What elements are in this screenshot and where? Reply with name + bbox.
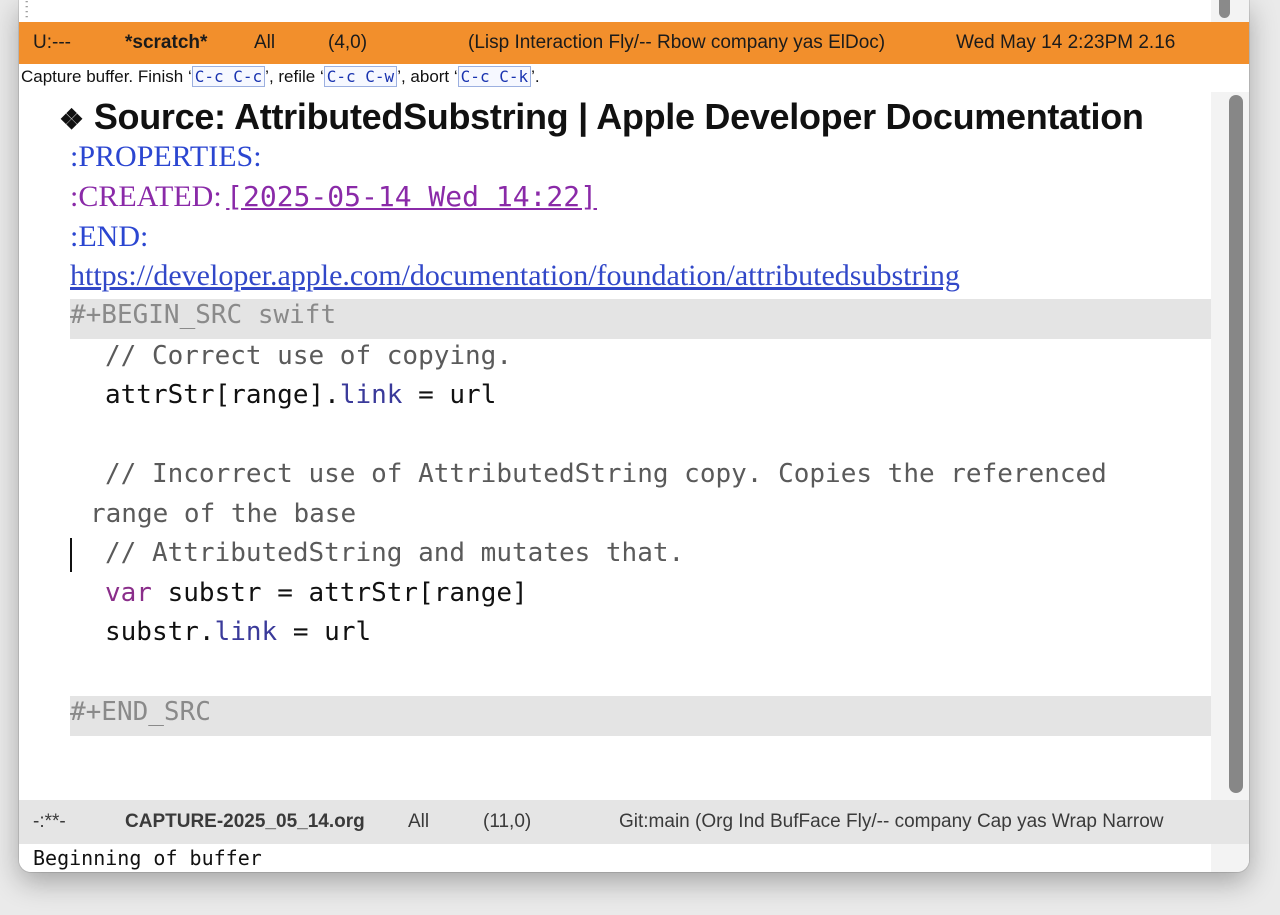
key-abort: C-c C-k	[457, 66, 532, 87]
scratch-mode-line[interactable]: U:--- *scratch* All (4,0) (Lisp Interact…	[19, 22, 1249, 64]
end-src-marker: #+END_SRC	[70, 697, 211, 727]
editor-buffer[interactable]: ❖ Source: AttributedSubstring | Apple Dev…	[33, 92, 1211, 800]
code-text: = url	[277, 617, 372, 647]
code-comment-incorrect-wrap: range of the base	[90, 499, 357, 529]
capture-text-4: ’.	[531, 67, 540, 86]
code-text: substr = attrStr[range]	[151, 578, 528, 608]
properties-drawer-start: :PROPERTIES:	[70, 140, 262, 173]
created-property: :CREATED: [2025-05-14 Wed 14:22]	[70, 180, 597, 214]
key-refile: C-c C-w	[323, 66, 398, 87]
code-property-link: link	[339, 380, 403, 410]
code-comment-incorrect-1: // Incorrect use of AttributedString cop…	[105, 459, 1107, 489]
code-line-link-assign: attrStr[range].link = url	[105, 380, 496, 410]
code-comment-correct: // Correct use of copying.	[105, 341, 512, 371]
modeline-modes[interactable]: (Lisp Interaction Fly/-- Rbow company ya…	[468, 22, 885, 64]
begin-src-marker: #+BEGIN_SRC swift	[70, 300, 337, 330]
text-cursor	[70, 538, 72, 572]
modeline-cursor-pos: (4,0)	[328, 32, 368, 53]
capture-text-3: ’, abort ‘	[397, 67, 458, 86]
minibuffer-gutter	[1211, 844, 1249, 872]
modeline-modes[interactable]: Git:main (Org Ind BufFace Fly/-- company…	[619, 800, 1163, 844]
top-scrollbar-track	[1211, 0, 1249, 22]
code-line-var-substr: var substr = attrStr[range]	[105, 578, 528, 608]
properties-drawer-end: :END:	[70, 220, 149, 253]
created-key: :CREATED:	[70, 180, 222, 213]
modeline-datetime: Wed May 14 2:23PM 2.16	[956, 32, 1176, 53]
modeline-position: All	[254, 32, 276, 53]
top-scrollbar-thumb[interactable]	[1219, 0, 1230, 18]
code-text: attrStr[range].	[105, 380, 340, 410]
modeline-status: U:---	[33, 32, 71, 53]
source-url-link[interactable]: https://developer.apple.com/documentatio…	[70, 259, 960, 293]
key-finish: C-c C-c	[191, 66, 266, 87]
capture-text-2: ’, refile ‘	[265, 67, 324, 86]
code-comment-incorrect-2: // AttributedString and mutates that.	[105, 538, 685, 568]
code-text: substr.	[105, 617, 215, 647]
modeline-filename[interactable]: CAPTURE-2025_05_14.org	[125, 800, 365, 844]
editor-scrollbar-thumb[interactable]	[1229, 95, 1243, 793]
capture-mode-line[interactable]: -:**- CAPTURE-2025_05_14.org All (11,0) …	[19, 800, 1249, 844]
org-heading[interactable]: ❖ Source: AttributedSubstring | Apple Dev…	[59, 96, 1144, 138]
fringe-continuation-marks: ----	[24, 0, 30, 22]
code-keyword-var: var	[105, 578, 152, 608]
modeline-buffer-name[interactable]: *scratch*	[125, 22, 207, 64]
minibuffer[interactable]: Beginning of buffer	[19, 844, 1225, 872]
previous-window-area: ----	[19, 0, 1211, 22]
modeline-cursor-pos: (11,0)	[483, 811, 532, 832]
code-line-substr-link: substr.link = url	[105, 617, 371, 647]
heading-title: Source: AttributedSubstring | Apple Deve…	[93, 96, 1144, 137]
code-text: = url	[402, 380, 497, 410]
code-property-link: link	[214, 617, 278, 647]
heading-bullet-icon: ❖	[59, 104, 84, 135]
capture-text-1: Capture buffer. Finish ‘	[21, 67, 192, 86]
modeline-position: All	[408, 811, 430, 832]
emacs-window: ---- U:--- *scratch* All (4,0) (Lisp Int…	[19, 0, 1249, 872]
created-timestamp[interactable]: [2025-05-14 Wed 14:22]	[226, 180, 597, 213]
end-src-line	[70, 696, 1211, 736]
capture-header-line: Capture buffer. Finish ‘C-c C-c’, refile…	[19, 64, 1249, 92]
modeline-status: -:**-	[33, 811, 66, 832]
